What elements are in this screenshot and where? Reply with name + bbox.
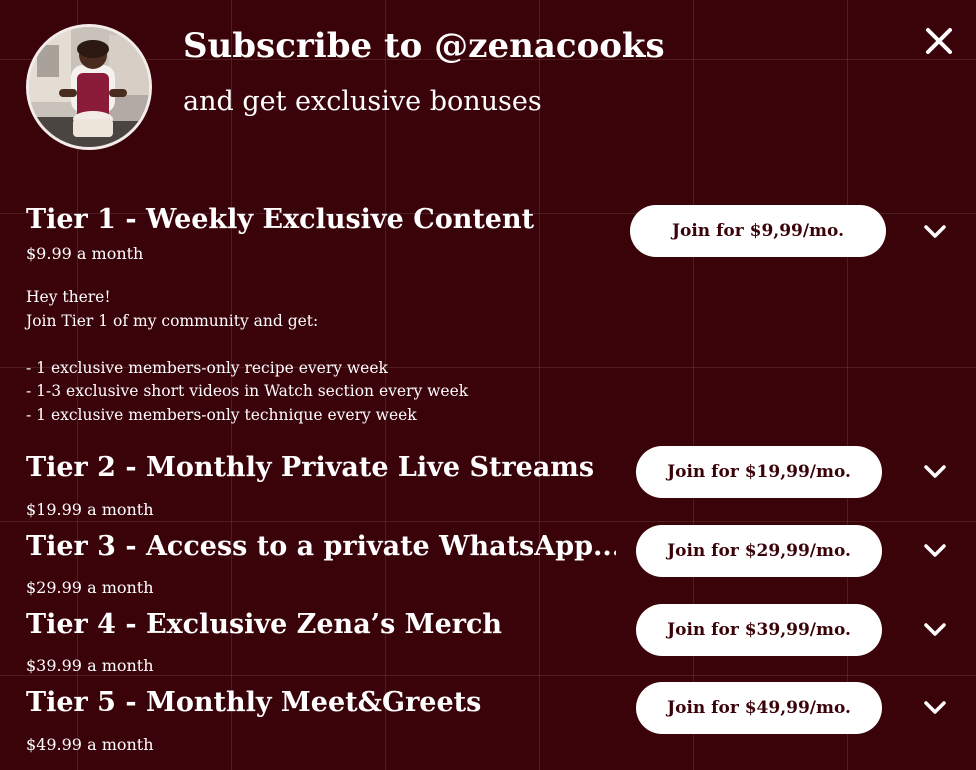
tier-3-expand-toggle[interactable] <box>922 538 948 564</box>
tier-3-name: Tier 3 - Access to a private WhatsApp... <box>26 531 616 562</box>
tier-4: Tier 4 - Exclusive Zena’s Merch $39.99 a… <box>26 602 956 680</box>
tier-1-description-line <box>26 333 468 357</box>
tier-1-description-line: Join Tier 1 of my community and get: <box>26 311 319 330</box>
tier-1-description-line: - 1 exclusive members-only technique eve… <box>26 405 417 424</box>
close-button[interactable] <box>922 24 956 58</box>
tier-1-description-line: - 1-3 exclusive short videos in Watch se… <box>26 382 469 400</box>
tier-5-join-button[interactable]: Join for $49,99/mo. <box>636 682 882 734</box>
tier-1-price: $9.99 a month <box>26 244 144 263</box>
tier-1: Tier 1 - Weekly Exclusive Content $9.99 … <box>26 202 956 432</box>
tier-2-price: $19.99 a month <box>26 500 154 519</box>
tier-1-expand-toggle[interactable] <box>922 219 948 245</box>
tier-2: Tier 2 - Monthly Private Live Streams $1… <box>26 444 956 522</box>
tier-3: Tier 3 - Access to a private WhatsApp...… <box>26 523 956 601</box>
tier-3-price: $29.99 a month <box>26 578 154 597</box>
tier-2-join-button[interactable]: Join for $19,99/mo. <box>636 446 882 498</box>
chef-avatar-image <box>29 27 149 147</box>
tier-1-description: Hey there! Join Tier 1 of my community a… <box>26 286 468 427</box>
close-icon <box>926 28 952 54</box>
tier-5-expand-toggle[interactable] <box>922 695 948 721</box>
tier-4-price: $39.99 a month <box>26 656 154 675</box>
chevron-down-icon <box>924 225 946 238</box>
chevron-down-icon <box>924 465 946 478</box>
subscribe-header: Subscribe to @zenacooks and get exclusiv… <box>26 24 956 156</box>
page-title: Subscribe to @zenacooks <box>183 26 665 66</box>
tier-5-name: Tier 5 - Monthly Meet&Greets <box>26 687 482 718</box>
tier-2-name: Tier 2 - Monthly Private Live Streams <box>26 452 595 483</box>
tier-4-expand-toggle[interactable] <box>922 617 948 643</box>
avatar <box>26 24 152 150</box>
page-subtitle: and get exclusive bonuses <box>183 86 542 117</box>
tier-1-description-line: Hey there! <box>26 288 111 306</box>
tier-5: Tier 5 - Monthly Meet&Greets $49.99 a mo… <box>26 680 956 760</box>
tier-2-expand-toggle[interactable] <box>922 459 948 485</box>
tier-5-price: $49.99 a month <box>26 735 154 754</box>
chevron-down-icon <box>924 701 946 714</box>
tier-1-name: Tier 1 - Weekly Exclusive Content <box>26 204 535 235</box>
tier-1-join-button[interactable]: Join for $9,99/mo. <box>630 205 886 257</box>
tier-4-join-button[interactable]: Join for $39,99/mo. <box>636 604 882 656</box>
tier-3-join-button[interactable]: Join for $29,99/mo. <box>636 525 882 577</box>
tier-1-description-line: - 1 exclusive members-only recipe every … <box>26 358 388 377</box>
tier-4-name: Tier 4 - Exclusive Zena’s Merch <box>26 609 503 640</box>
chevron-down-icon <box>924 623 946 636</box>
chevron-down-icon <box>924 544 946 557</box>
